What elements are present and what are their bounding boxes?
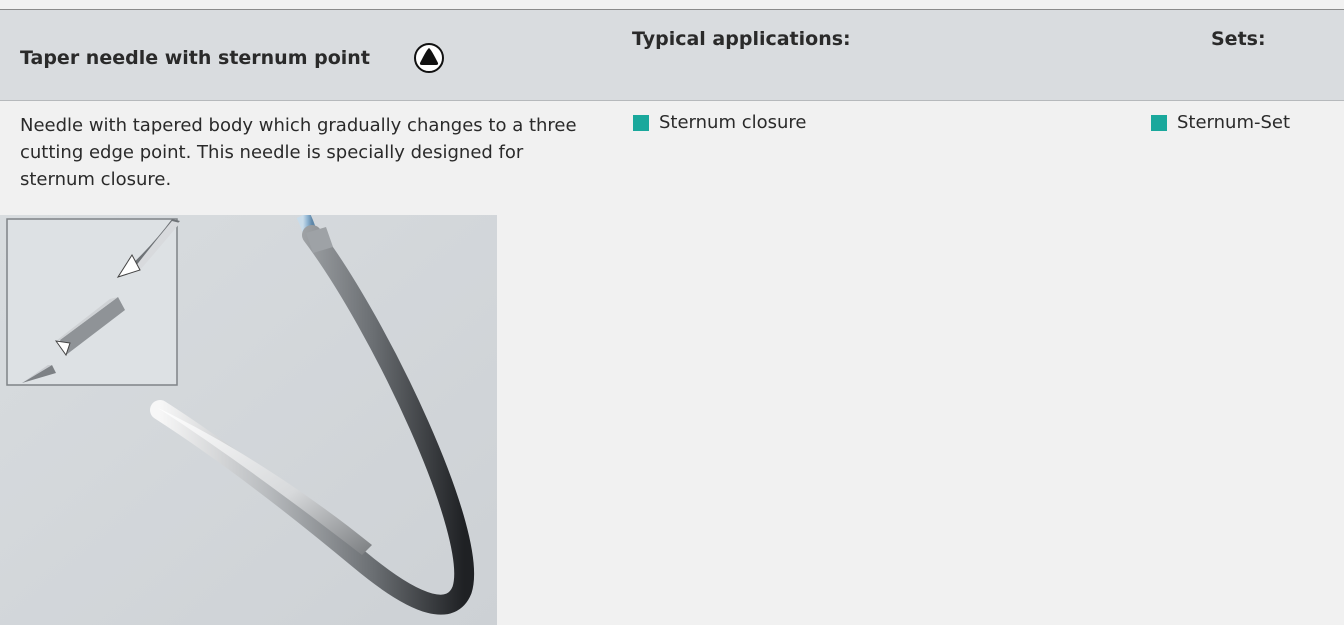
triangle-in-circle-icon (414, 43, 444, 73)
product-sheet: Taper needle with sternum point Typical … (0, 0, 1344, 625)
set-label: Sternum-Set (1177, 112, 1291, 133)
sets-heading: Sets: (1211, 28, 1266, 50)
applications-heading: Typical applications: (632, 28, 851, 50)
bullet-square-icon (1151, 114, 1167, 131)
needle-point-detail-inset (6, 218, 180, 386)
application-label: Sternum closure (659, 112, 807, 133)
needle-type-title: Taper needle with sternum point (20, 47, 370, 69)
bullet-square-icon (633, 114, 649, 131)
needle-illustration (0, 215, 497, 625)
application-item: Sternum closure (633, 112, 807, 133)
needle-description: Needle with tapered body which gradually… (20, 115, 577, 190)
header-divider (0, 100, 1344, 101)
set-item: Sternum-Set (1151, 112, 1290, 133)
